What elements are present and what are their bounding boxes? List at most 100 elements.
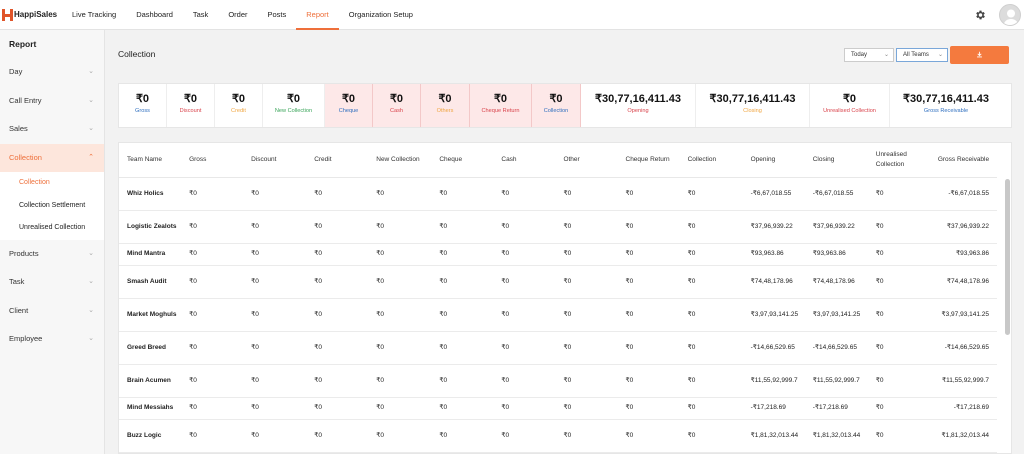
sidebar-subitem-collection[interactable]: Collection: [0, 172, 104, 195]
page-title: Collection: [118, 49, 156, 59]
table-row[interactable]: Greed Breed ₹0 ₹0 ₹0 ₹0 ₹0 ₹0 ₹0 ₹0 ₹0 -₹14,66,529…: [119, 331, 997, 365]
brand-logo[interactable]: HappiSales: [2, 8, 62, 22]
table-cell: ₹0: [306, 397, 369, 420]
summary-card: ₹0 Unrealised Collection: [810, 84, 890, 127]
summary-label: Discount: [179, 108, 202, 114]
table-cell: ₹0: [306, 298, 369, 332]
sidebar-item-label: Collection: [9, 152, 42, 162]
summary-card: ₹0 Cheque: [325, 84, 373, 127]
table-cell: ₹0: [555, 298, 618, 332]
table-cell: ₹0: [431, 177, 494, 211]
table-row[interactable]: Smash Audit ₹0 ₹0 ₹0 ₹0 ₹0 ₹0 ₹0 ₹0 ₹0 ₹74,48,178.…: [119, 265, 997, 299]
column-header: Collection: [679, 143, 743, 178]
table-cell: ₹0: [555, 210, 618, 244]
table-cell: ₹0: [679, 177, 743, 211]
period-select[interactable]: Today ⌄: [844, 48, 894, 62]
table-cell: ₹0: [181, 243, 244, 266]
team-select[interactable]: All Teams ⌄: [896, 48, 948, 62]
summary-value: ₹0: [842, 93, 857, 105]
table-scrollbar[interactable]: [1005, 179, 1010, 335]
table-cell: ₹0: [617, 210, 680, 244]
sidebar-title: Report: [9, 39, 37, 49]
chevron-down-icon: ⌄: [88, 249, 94, 257]
download-button[interactable]: [950, 46, 1009, 64]
sidebar-item-client[interactable]: Client ⌄: [0, 297, 104, 326]
table-cell: ₹0: [617, 265, 680, 299]
chevron-down-icon: ⌄: [88, 335, 94, 342]
sidebar-subitem-unrealised-collection[interactable]: Unrealised Collection: [0, 217, 104, 240]
summary-value: ₹0: [341, 93, 356, 105]
table-row[interactable]: Mind Messiahs ₹0 ₹0 ₹0 ₹0 ₹0 ₹0 ₹0 ₹0 ₹0 -₹17,218.…: [119, 397, 997, 420]
table-cell: ₹0: [306, 243, 369, 266]
nav-item-report[interactable]: Report: [296, 0, 339, 30]
table-row[interactable]: Mind Mantra ₹0 ₹0 ₹0 ₹0 ₹0 ₹0 ₹0 ₹0 ₹0 ₹93,963.86 ₹…: [119, 243, 997, 266]
table-cell: ₹0: [431, 243, 494, 266]
table-cell: -₹6,67,018.55: [804, 177, 868, 211]
table-cell: ₹0: [368, 177, 432, 211]
table-cell: ₹0: [867, 364, 930, 398]
column-header: Gross: [181, 143, 244, 178]
table-cell: ₹0: [181, 265, 244, 299]
summary-label: Opening: [627, 108, 649, 114]
sidebar-item-task[interactable]: Task ⌄: [0, 268, 104, 297]
team-name-cell: Market Moghuls: [119, 298, 182, 332]
table-cell: ₹1,81,32,013.44: [742, 419, 805, 453]
table-cell: ₹0: [306, 177, 369, 211]
chevron-up-icon: ⌃: [88, 153, 94, 161]
gear-icon[interactable]: [974, 9, 986, 21]
sidebar-item-day[interactable]: Day ⌄: [0, 58, 104, 87]
table-cell: ₹0: [181, 397, 244, 420]
table-cell: ₹0: [306, 331, 369, 365]
chevron-down-icon: ⌄: [88, 306, 94, 314]
summary-value: ₹0: [493, 93, 508, 105]
column-header: Cheque Return: [617, 143, 680, 178]
table-row[interactable]: Market Moghuls ₹0 ₹0 ₹0 ₹0 ₹0 ₹0 ₹0 ₹0 ₹0 ₹3,97,93…: [119, 298, 997, 332]
nav-item-live-tracking[interactable]: Live Tracking: [62, 0, 126, 30]
sidebar-item-sales[interactable]: Sales ⌄: [0, 115, 104, 144]
table-cell: ₹0: [867, 243, 930, 266]
table-cell: ₹0: [617, 331, 680, 365]
table-cell: ₹0: [555, 397, 618, 420]
sidebar-subitem-collection-settlement[interactable]: Collection Settlement: [0, 195, 104, 218]
column-header: Gross Receivable: [929, 143, 997, 178]
table-cell: ₹0: [243, 419, 307, 453]
nav-item-task[interactable]: Task: [183, 0, 218, 30]
nav-item-organization-setup[interactable]: Organization Setup: [339, 0, 423, 30]
table-cell: ₹0: [867, 397, 930, 420]
table-row[interactable]: Brain Acumen ₹0 ₹0 ₹0 ₹0 ₹0 ₹0 ₹0 ₹0 ₹0 ₹11,55,92,…: [119, 364, 997, 398]
sidebar-submenu: Collection Collection Settlement Unrealise…: [0, 172, 104, 240]
sidebar-item-call-entry[interactable]: Call Entry ⌄: [0, 87, 104, 116]
table-cell: ₹0: [306, 364, 369, 398]
brand-name: HappiSales: [14, 10, 58, 19]
table-cell: ₹0: [867, 265, 930, 299]
table-cell: ₹0: [431, 210, 494, 244]
summary-label: Collection: [543, 108, 569, 114]
table-cell: ₹0: [555, 177, 618, 211]
table-cell: ₹0: [243, 298, 307, 332]
sidebar-item-collection[interactable]: Collection ⌃: [0, 143, 104, 172]
table-row[interactable]: Buzz Logic ₹0 ₹0 ₹0 ₹0 ₹0 ₹0 ₹0 ₹0 ₹0 ₹1,81,32,013…: [119, 419, 997, 453]
table-header-row: Team Name Gross Discount Credit New Collecti…: [119, 143, 997, 178]
table-cell: ₹0: [555, 364, 618, 398]
table-cell: ₹0: [617, 243, 680, 266]
table-cell: ₹3,97,93,141.25: [804, 298, 868, 332]
table-row[interactable]: Logistic Zealots ₹0 ₹0 ₹0 ₹0 ₹0 ₹0 ₹0 ₹0 ₹0 ₹37,96…: [119, 210, 997, 244]
team-name-cell: Buzz Logic: [119, 419, 182, 453]
user-avatar-icon[interactable]: [999, 4, 1021, 26]
sidebar-item-employee[interactable]: Employee ⌄: [0, 325, 104, 354]
table-cell: ₹0: [306, 210, 369, 244]
team-name-cell: Mind Messiahs: [119, 397, 182, 420]
table-cell: ₹0: [181, 298, 244, 332]
table-cell: ₹0: [617, 177, 680, 211]
table-cell: ₹0: [306, 265, 369, 299]
nav-item-dashboard[interactable]: Dashboard: [126, 0, 183, 30]
summary-value: ₹30,77,16,411.43: [903, 93, 989, 105]
table-cell: ₹0: [431, 397, 494, 420]
table-row[interactable]: Whiz Holics ₹0 ₹0 ₹0 ₹0 ₹0 ₹0 ₹0 ₹0 ₹0 -₹6,67,018.…: [119, 177, 997, 211]
nav-item-posts[interactable]: Posts: [257, 0, 296, 30]
sidebar-item-label: Day: [9, 67, 23, 76]
chevron-down-icon: ⌄: [88, 68, 94, 75]
sidebar-item-products[interactable]: Products ⌄: [0, 240, 104, 269]
table-cell: ₹11,55,92,999.7: [804, 364, 868, 398]
nav-item-order[interactable]: Order: [218, 0, 257, 30]
